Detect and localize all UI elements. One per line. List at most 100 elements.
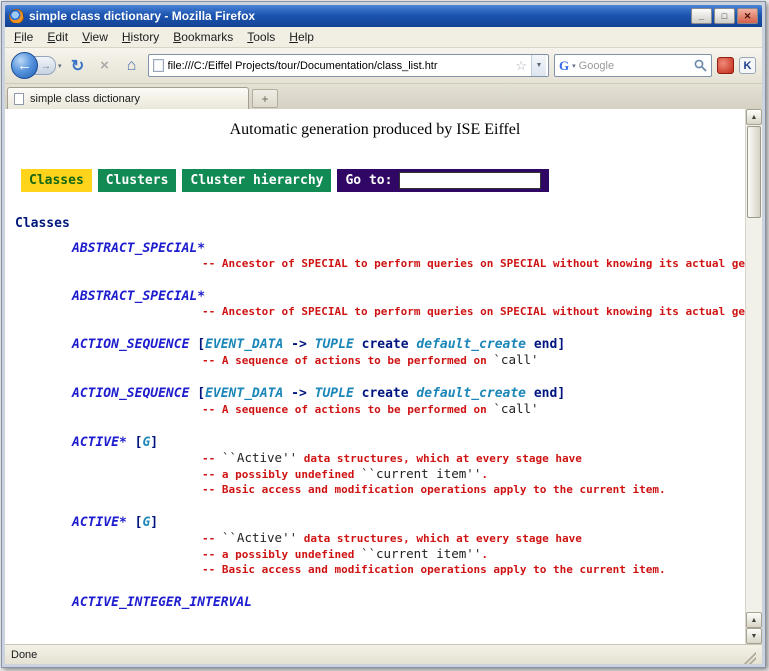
page-button-label: Cluster hierarchy	[190, 173, 323, 188]
text-segment: -- Ancestor of SPECIAL to perform querie…	[202, 257, 745, 270]
page-button-label: Classes	[29, 173, 84, 188]
scroll-up-button[interactable]: ▲	[746, 109, 762, 125]
search-bar[interactable]: G ▾	[554, 54, 712, 77]
page-button-clusters[interactable]: Clusters	[98, 169, 177, 192]
page-icon	[153, 59, 164, 72]
class-name-link[interactable]: ACTIVE_INTEGER_INTERVAL	[72, 595, 252, 610]
status-text: Done	[11, 649, 744, 661]
addon-icon-k[interactable]: K	[739, 57, 756, 74]
menu-file[interactable]: File	[7, 28, 40, 46]
home-button[interactable]: ⌂	[121, 57, 143, 75]
scroll-down-button[interactable]: ▼	[746, 628, 762, 644]
back-button[interactable]: ←	[11, 52, 38, 79]
class-entry: ABSTRACT_SPECIAL*-- Ancestor of SPECIAL …	[72, 289, 745, 319]
menu-view[interactable]: View	[75, 28, 115, 46]
text-segment: ]	[150, 515, 158, 530]
page-button-cluster-hierarchy[interactable]: Cluster hierarchy	[182, 169, 331, 192]
text-segment: .	[481, 468, 488, 481]
text-segment: .	[481, 548, 488, 561]
vertical-scrollbar[interactable]: ▲ ▲ ▼	[745, 109, 762, 644]
text-segment: ]	[557, 337, 565, 352]
text-segment: -- Ancestor of SPECIAL to perform querie…	[202, 305, 745, 318]
class-list: ABSTRACT_SPECIAL*-- Ancestor of SPECIAL …	[5, 241, 745, 610]
text-segment: -- a possibly undefined	[202, 468, 361, 481]
class-entry: ACTIVE_INTEGER_INTERVAL	[72, 595, 745, 610]
resize-grip[interactable]	[744, 652, 756, 664]
scroll-up-button-bottom[interactable]: ▲	[746, 612, 762, 628]
text-segment	[526, 337, 534, 352]
tab-simple-class-dictionary[interactable]: simple class dictionary	[7, 87, 249, 109]
comment-line: -- A sequence of actions to be performed…	[202, 352, 745, 368]
menu-history[interactable]: History	[115, 28, 166, 46]
page-button-label: Clusters	[106, 173, 169, 188]
class-comments: -- Ancestor of SPECIAL to perform querie…	[202, 256, 745, 271]
back-icon: ←	[17, 57, 32, 74]
url-dropdown-button[interactable]: ▼	[531, 55, 546, 76]
text-segment: ]	[557, 386, 565, 401]
text-segment: ]	[150, 435, 158, 450]
class-signature: ACTIVE_INTEGER_INTERVAL	[72, 595, 745, 610]
forward-icon: →	[41, 60, 52, 72]
comment-line: -- ``Active'' data structures, which at …	[202, 450, 745, 466]
text-segment: ``Active''	[222, 530, 297, 545]
tab-page-icon	[14, 93, 24, 105]
goto-input[interactable]	[399, 172, 541, 189]
page-button-go-to[interactable]: Go to:	[337, 169, 549, 192]
class-comments: -- ``Active'' data structures, which at …	[202, 450, 745, 497]
text-segment: ->	[283, 386, 314, 401]
text-segment: data structures, which at every stage ha…	[297, 452, 582, 465]
text-segment	[526, 386, 534, 401]
text-segment: -- Basic access and modification operati…	[202, 563, 666, 576]
class-name-link[interactable]: ABSTRACT_SPECIAL*	[72, 241, 205, 256]
menu-edit[interactable]: Edit	[40, 28, 75, 46]
minimize-button[interactable]: _	[691, 8, 712, 24]
url-input[interactable]	[168, 60, 512, 72]
stop-button[interactable]: ×	[94, 57, 116, 74]
text-segment: -- A sequence of actions to be performed…	[202, 354, 493, 367]
history-dropdown-icon[interactable]: ▾	[58, 62, 62, 70]
location-bar[interactable]: ☆ ▼	[148, 54, 549, 77]
class-name-link[interactable]: ACTIVE*	[72, 515, 135, 530]
text-segment: TUPLE	[315, 386, 354, 401]
text-segment: create	[362, 337, 409, 352]
text-segment: --	[202, 452, 222, 465]
menu-tools[interactable]: Tools	[240, 28, 282, 46]
class-name-link[interactable]: ACTION_SEQUENCE	[72, 337, 197, 352]
class-signature: ACTIVE* [G]	[72, 515, 745, 530]
maximize-button[interactable]: □	[714, 8, 735, 24]
search-input[interactable]	[579, 60, 691, 72]
class-entry: ACTION_SEQUENCE [EVENT_DATA -> TUPLE cre…	[72, 337, 745, 368]
bookmark-star-icon[interactable]: ☆	[515, 58, 527, 74]
search-icon[interactable]	[694, 59, 707, 72]
class-comments: -- Ancestor of SPECIAL to perform querie…	[202, 304, 745, 319]
class-signature: ABSTRACT_SPECIAL*	[72, 289, 745, 304]
addon-icon-red[interactable]	[717, 57, 734, 74]
tab-label: simple class dictionary	[30, 93, 140, 105]
text-segment: EVENT_DATA	[205, 386, 283, 401]
menu-bookmarks[interactable]: Bookmarks	[166, 28, 240, 46]
class-signature: ACTION_SEQUENCE [EVENT_DATA -> TUPLE cre…	[72, 337, 745, 352]
class-signature: ACTION_SEQUENCE [EVENT_DATA -> TUPLE cre…	[72, 386, 745, 401]
search-engine-dropdown-icon[interactable]: ▾	[572, 62, 576, 70]
text-segment: default_create	[416, 337, 526, 352]
new-tab-button[interactable]: +	[252, 89, 278, 108]
page-button-classes[interactable]: Classes	[21, 169, 92, 192]
class-name-link[interactable]: ACTION_SEQUENCE	[72, 386, 197, 401]
scrollbar-track[interactable]	[746, 219, 762, 612]
text-segment: ->	[283, 337, 314, 352]
comment-line: -- A sequence of actions to be performed…	[202, 401, 745, 417]
class-name-link[interactable]: ABSTRACT_SPECIAL*	[72, 289, 205, 304]
text-segment: [	[197, 337, 205, 352]
scrollbar-thumb[interactable]	[747, 126, 761, 218]
reload-button[interactable]: ↻	[67, 56, 89, 76]
comment-line: -- Basic access and modification operati…	[202, 482, 745, 497]
comment-line: -- Ancestor of SPECIAL to perform querie…	[202, 304, 745, 319]
title-bar[interactable]: simple class dictionary - Mozilla Firefo…	[5, 5, 762, 27]
menu-help[interactable]: Help	[282, 28, 321, 46]
text-segment: data structures, which at every stage ha…	[297, 532, 582, 545]
menu-bar: FileEditViewHistoryBookmarksToolsHelp	[5, 27, 762, 48]
text-segment: end	[534, 337, 557, 352]
class-name-link[interactable]: ACTIVE*	[72, 435, 135, 450]
close-button[interactable]: ✕	[737, 8, 758, 24]
class-entry: ACTION_SEQUENCE [EVENT_DATA -> TUPLE cre…	[72, 386, 745, 417]
